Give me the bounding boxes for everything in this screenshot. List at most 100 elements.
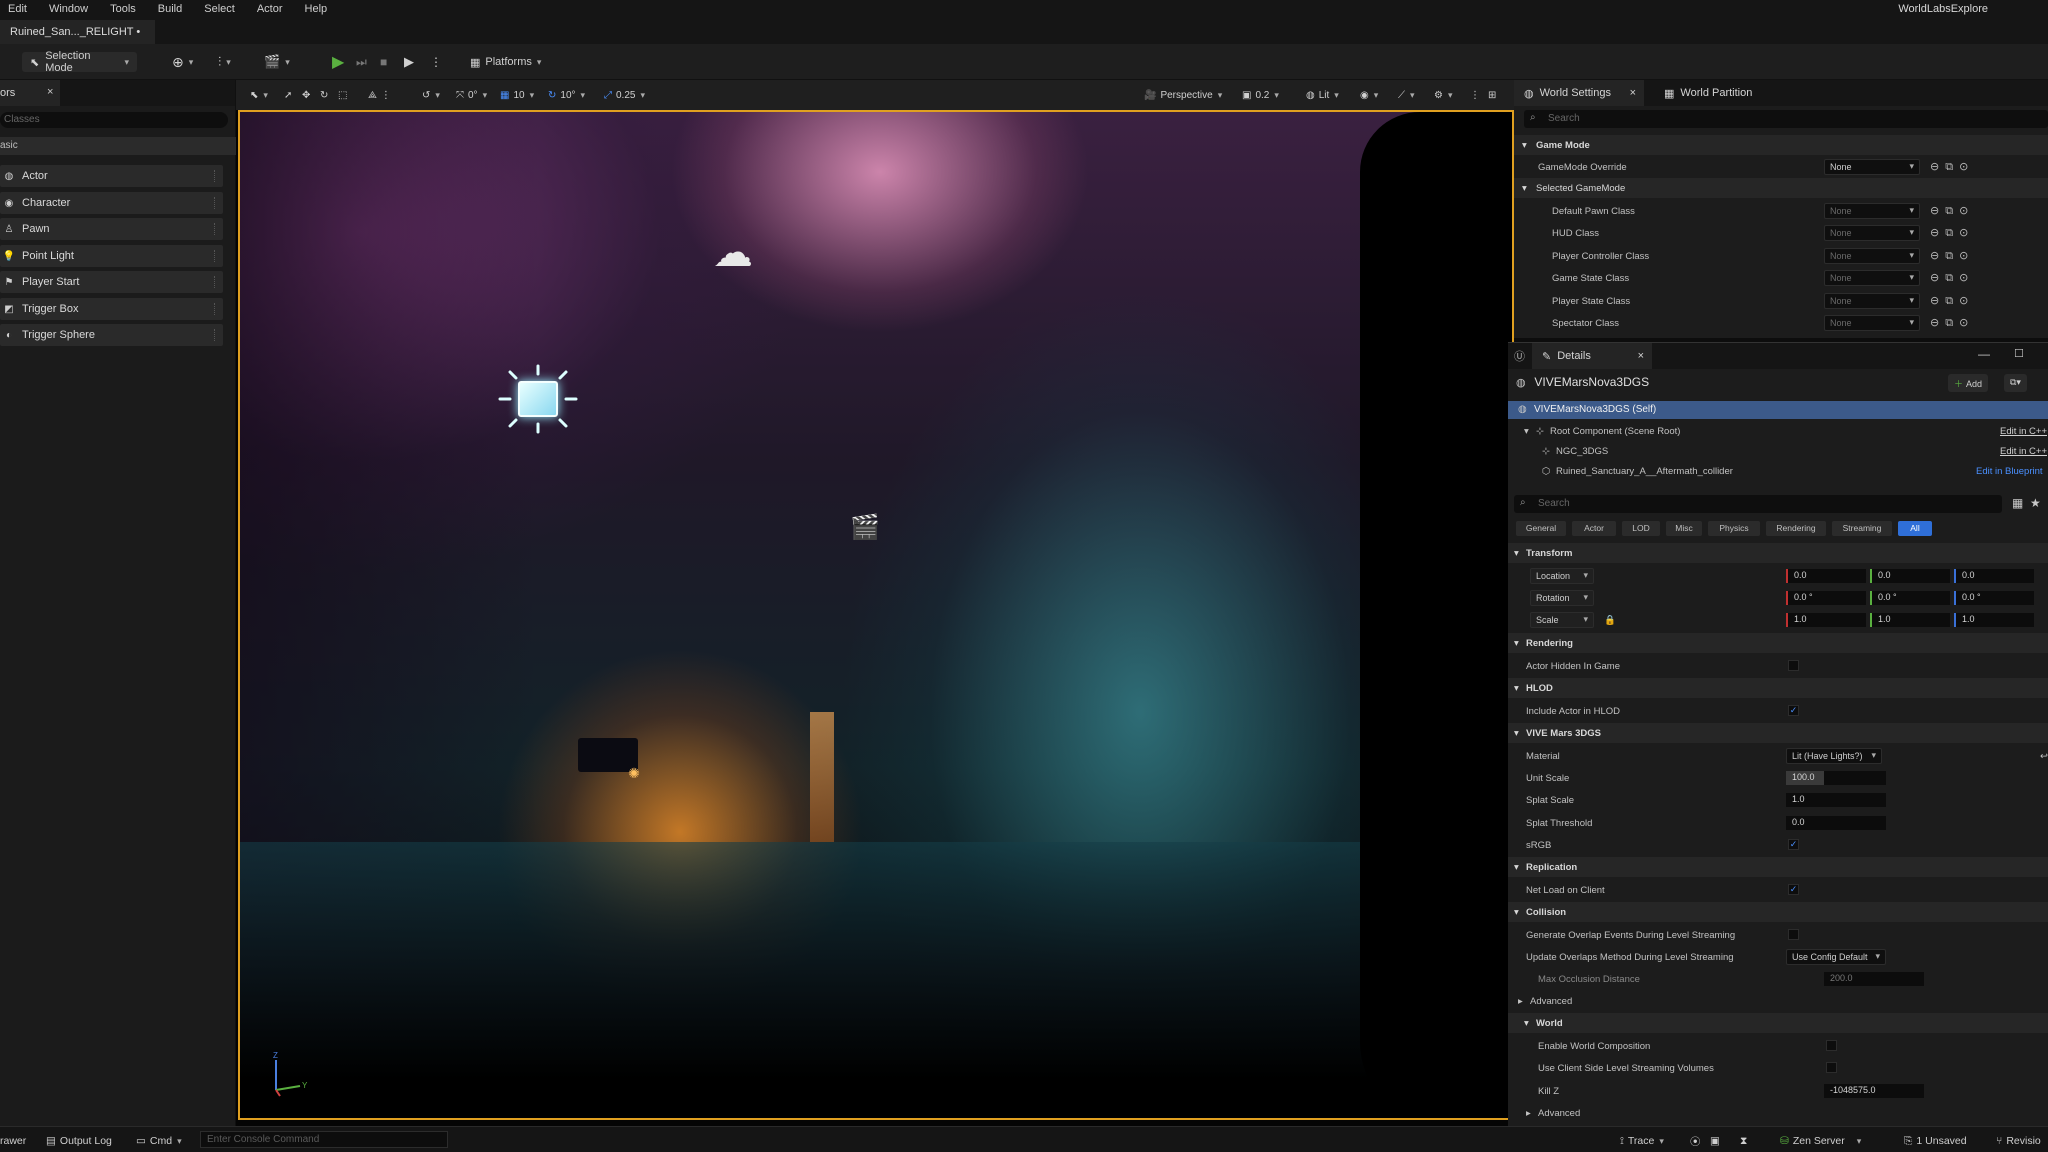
location-y-field[interactable]: 0.0 <box>1870 569 1950 583</box>
more-options-button[interactable]: ⋮ <box>430 52 442 72</box>
close-icon[interactable]: × <box>1638 350 1644 362</box>
derived-data-button[interactable]: ⧗ <box>1740 1133 1747 1149</box>
rotate-tool-button[interactable]: ↻ <box>320 87 328 103</box>
rotation-mode-dropdown[interactable]: Rotation ▾ <box>1530 590 1594 606</box>
actor-item-pawn[interactable]: ♙ Pawn <box>0 218 223 240</box>
generate-overlap-checkbox[interactable] <box>1788 929 1799 940</box>
splat-scale-field[interactable]: 1.0 <box>1786 793 1886 807</box>
kill-z-field[interactable]: -1048575.0 <box>1824 1084 1924 1098</box>
class-combo[interactable]: None ▾ <box>1824 270 1920 286</box>
details-search-input[interactable]: ⌕ Search <box>1514 495 2002 513</box>
directional-light-icon[interactable] <box>498 364 578 434</box>
class-combo[interactable]: None ▾ <box>1824 293 1920 309</box>
category-collision[interactable]: ▾ Collision <box>1508 902 2048 922</box>
realtime-dropdown[interactable]: ⟋ ▾ <box>1398 87 1415 103</box>
row-action-icons[interactable]: ⊖⧉⊙ <box>1930 249 1974 263</box>
actor-item-trigger-sphere[interactable]: ◐ Trigger Sphere <box>0 324 223 346</box>
category-vive-mars[interactable]: ▾ VIVE Mars 3DGS <box>1508 723 2048 743</box>
select-tool-button[interactable]: ➚ <box>284 87 292 103</box>
screenshot-button[interactable]: ▣ <box>1710 1133 1720 1149</box>
scale-tool-button[interactable]: ⬚ <box>338 87 347 103</box>
close-icon[interactable]: × <box>1630 87 1636 99</box>
camera-speed-dropdown[interactable]: ▣ 0.2 ▾ <box>1242 87 1279 103</box>
cmd-dropdown[interactable]: ▭ Cmd ▾ <box>136 1133 182 1149</box>
show-flags-dropdown[interactable]: ◉ ▾ <box>1360 87 1378 103</box>
splat-threshold-field[interactable]: 0.0 <box>1786 816 1886 830</box>
menu-tools[interactable]: Tools <box>102 3 150 15</box>
minimize-icon[interactable]: — <box>1978 347 1990 361</box>
tab-world-settings[interactable]: ◍ World Settings × <box>1514 80 1644 106</box>
unsaved-button[interactable]: ⎘ 1 Unsaved <box>1904 1133 1967 1149</box>
rotation-snap-button[interactable]: ⤧ 0° ▾ <box>456 87 487 103</box>
edit-cpp-link[interactable]: Edit in C++ <box>2000 426 2047 437</box>
blueprint-button[interactable]: ⫶ ▾ <box>218 52 231 72</box>
filter-rendering[interactable]: Rendering <box>1766 521 1826 536</box>
maximize-icon[interactable]: ☐ <box>2014 347 2024 360</box>
cinematics-button[interactable]: 🎬 ▾ <box>264 52 290 72</box>
actor-item-actor[interactable]: ◍ Actor <box>0 165 223 187</box>
level-sequence-icon[interactable]: 🎬 <box>850 512 880 542</box>
viewport-options-button[interactable]: ⋮ <box>1470 87 1480 103</box>
play-options-button[interactable]: ▶ <box>404 52 414 72</box>
advanced-row[interactable]: ▸ Advanced <box>1508 990 2048 1012</box>
rotation-x-field[interactable]: 0.0 ° <box>1786 591 1866 605</box>
grid-snap-button[interactable]: ▦ 10 ▾ <box>500 87 534 103</box>
rotation-z-field[interactable]: 0.0 ° <box>1954 591 2034 605</box>
sky-atmosphere-icon[interactable]: ☁ <box>708 228 758 278</box>
view-mode-dropdown[interactable]: ◍ Lit ▾ <box>1306 87 1339 103</box>
surface-snap-button[interactable]: ⟁ ⋮ <box>368 87 391 103</box>
lock-icon[interactable]: 🔒 <box>1604 615 1616 626</box>
material-combo[interactable]: Lit (Have Lights?) ▾ <box>1786 748 1882 764</box>
zen-server-dropdown[interactable]: ⛁ Zen Server ▾ <box>1780 1133 1861 1149</box>
filter-physics[interactable]: Physics <box>1708 521 1760 536</box>
filter-actor[interactable]: Actor <box>1572 521 1616 536</box>
category-hlod[interactable]: ▾ HLOD <box>1508 678 2048 698</box>
row-action-icons[interactable]: ⊖⧉⊙ <box>1930 226 1974 240</box>
category-world[interactable]: ▾ World <box>1508 1013 2048 1033</box>
move-tool-button[interactable]: ✥ <box>302 87 310 103</box>
actor-item-player-start[interactable]: ⚑ Player Start <box>0 271 223 293</box>
category-replication[interactable]: ▾ Replication <box>1508 857 2048 877</box>
row-action-icons[interactable]: ⊖⧉⊙ <box>1930 271 1974 285</box>
reset-arrow-icon[interactable]: ↩ <box>2040 751 2048 762</box>
property-matrix-icon[interactable]: ▦ <box>2012 496 2023 510</box>
category-basic[interactable]: asic <box>0 137 236 155</box>
row-action-icons[interactable]: ⊖⧉⊙ <box>1930 204 1974 218</box>
filter-general[interactable]: General <box>1516 521 1566 536</box>
row-action-icons[interactable]: ⊖⧉⊙ <box>1930 294 1974 308</box>
drag-handle[interactable] <box>214 197 217 209</box>
advanced-row-2[interactable]: ▸ Advanced <box>1508 1102 2048 1124</box>
location-z-field[interactable]: 0.0 <box>1954 569 2034 583</box>
platforms-dropdown[interactable]: ▦ Platforms ▾ <box>470 52 541 72</box>
scale-z-field[interactable]: 1.0 <box>1954 613 2034 627</box>
drag-handle[interactable] <box>214 223 217 235</box>
drag-handle[interactable] <box>214 276 217 288</box>
tree-row-root[interactable]: ▾ ⊹ Root Component (Scene Root) Edit in … <box>1508 420 2048 442</box>
scale-mode-dropdown[interactable]: Scale ▾ <box>1530 612 1594 628</box>
menu-select[interactable]: Select <box>196 3 249 15</box>
drag-handle[interactable] <box>214 329 217 341</box>
enable-world-comp-checkbox[interactable] <box>1826 1040 1837 1051</box>
menu-edit[interactable]: Edit <box>0 3 41 15</box>
play-button[interactable]: ▶ <box>332 52 344 72</box>
output-log-button[interactable]: ▤ Output Log <box>46 1133 112 1149</box>
viewport-scene[interactable]: ☁ 🎬 ✺ Z Y <box>238 110 1514 1120</box>
row-action-icons[interactable]: ⊖⧉⊙ <box>1930 316 1974 330</box>
point-light-icon[interactable]: ✺ <box>625 764 643 782</box>
srgb-checkbox[interactable]: ✓ <box>1788 839 1799 850</box>
trace-dropdown[interactable]: ⟟ Trace ▾ <box>1620 1133 1664 1149</box>
transform-tools-dropdown[interactable]: ⬉ ▾ <box>250 87 268 103</box>
unit-scale-field[interactable]: 100.0 <box>1786 771 1886 785</box>
rotation-y-field[interactable]: 0.0 ° <box>1870 591 1950 605</box>
tree-row-collider[interactable]: ⬡ Ruined_Sanctuary_A__Aftermath_collider… <box>1508 460 2048 482</box>
location-mode-dropdown[interactable]: Location ▾ <box>1530 568 1594 584</box>
world-settings-search-input[interactable]: ⌕ Search <box>1524 110 2048 128</box>
include-hlod-checkbox[interactable]: ✓ <box>1788 705 1799 716</box>
menu-window[interactable]: Window <box>41 3 102 15</box>
tree-row-ngc[interactable]: ⊹ NGC_3DGS Edit in C++ <box>1508 440 2048 462</box>
scale-y-field[interactable]: 1.0 <box>1870 613 1950 627</box>
star-icon[interactable]: ★ <box>2030 496 2041 510</box>
add-content-button[interactable]: ⊕ ▾ <box>172 52 193 72</box>
perspective-dropdown[interactable]: 🎥 Perspective ▾ <box>1144 87 1222 103</box>
angle-snap-button[interactable]: ↻ 10° ▾ <box>548 87 585 103</box>
